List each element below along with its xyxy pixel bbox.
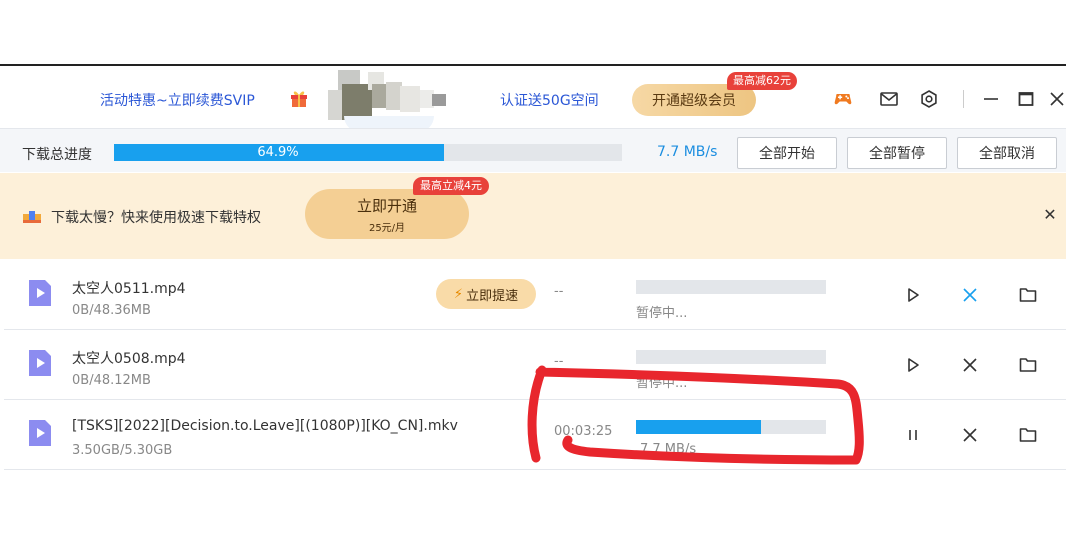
banner-message: 下载太慢？快来使用极速下载特权 — [51, 210, 261, 226]
file-size: 3.50GB/5.30GB — [72, 443, 173, 458]
header-bar: 活动特惠~立即续费SVIP 认证送50G空间 开通超级会员 最高减62元 — [0, 66, 1066, 132]
download-row[interactable]: [TSKS][2022][Decision.to.Leave][(1080P)]… — [4, 400, 1066, 470]
header-divider — [963, 90, 964, 108]
banner-close-icon[interactable]: ✕ — [1041, 206, 1059, 224]
speedup-banner: 下载太慢？快来使用极速下载特权 立即开通 25元/月 最高立减4元 ✕ — [0, 173, 1066, 259]
settings-icon[interactable] — [918, 88, 940, 110]
delete-icon[interactable] — [959, 354, 981, 376]
close-icon[interactable] — [1046, 88, 1066, 110]
delete-icon[interactable] — [959, 424, 981, 446]
minimize-icon[interactable] — [980, 88, 1002, 110]
download-manager: 活动特惠~立即续费SVIP 认证送50G空间 开通超级会员 最高减62元 下载总… — [0, 64, 1066, 470]
verify-space-promo-link[interactable]: 认证送50G空间 — [500, 90, 599, 110]
vip-crown-icon — [23, 211, 41, 223]
gamepad-icon[interactable] — [832, 88, 854, 110]
open-speedup-price: 25元/月 — [368, 222, 406, 234]
lightning-icon: ⚡ — [453, 286, 464, 302]
mail-icon[interactable] — [878, 88, 900, 110]
file-name: 太空人0511.mp4 — [72, 281, 186, 297]
cancel-all-button[interactable]: 全部取消 — [957, 137, 1057, 169]
pause-icon[interactable] — [902, 424, 924, 446]
row-progress-track — [636, 280, 826, 294]
download-status: 暂停中... — [636, 376, 688, 391]
maximize-icon[interactable] — [1015, 88, 1037, 110]
row-progress-track — [636, 420, 826, 434]
download-row[interactable]: 太空人0508.mp4 0B/48.12MB -- 暂停中... — [4, 330, 1066, 400]
row-progress-fill — [636, 420, 762, 434]
total-speed: 7.7 MB/s — [657, 144, 718, 160]
open-speedup-label: 立即开通 — [356, 196, 417, 215]
video-file-icon — [29, 420, 51, 446]
boost-speed-button[interactable]: ⚡ 立即提速 — [436, 279, 536, 309]
svip-discount-badge: 最高减62元 — [727, 72, 797, 90]
file-name: 太空人0508.mp4 — [72, 351, 186, 367]
download-row[interactable]: 太空人0511.mp4 0B/48.36MB ⚡ 立即提速 -- 暂停中... — [4, 260, 1066, 330]
remaining-time: 00:03:25 — [554, 424, 613, 439]
svip-renew-promo-link[interactable]: 活动特惠~立即续费SVIP — [100, 90, 255, 110]
boost-speed-label: 立即提速 — [466, 288, 519, 304]
total-progress-percent: 64.9% — [257, 145, 299, 160]
total-progress-label: 下载总进度 — [22, 147, 92, 163]
total-progress-bar-row: 下载总进度 64.9% 7.7 MB/s 全部开始 全部暂停 全部取消 — [0, 128, 1066, 172]
pause-all-button[interactable]: 全部暂停 — [847, 137, 947, 169]
video-file-icon — [29, 350, 51, 376]
gift-icon[interactable] — [283, 82, 315, 114]
speedup-discount-badge: 最高立减4元 — [413, 177, 489, 195]
delete-icon[interactable] — [959, 284, 981, 306]
open-folder-icon[interactable] — [1017, 284, 1039, 306]
remaining-time: -- — [554, 284, 564, 299]
remaining-time: -- — [554, 354, 564, 369]
download-speed: 7.7 MB/s — [640, 442, 697, 457]
video-file-icon — [29, 280, 51, 306]
download-status: 暂停中... — [636, 306, 688, 321]
start-all-button[interactable]: 全部开始 — [737, 137, 837, 169]
row-progress-track — [636, 350, 826, 364]
open-speedup-button[interactable]: 立即开通 25元/月 — [305, 189, 469, 239]
play-icon[interactable] — [902, 284, 924, 306]
open-folder-icon[interactable] — [1017, 424, 1039, 446]
open-folder-icon[interactable] — [1017, 354, 1039, 376]
pixelated-avatar-area — [328, 68, 446, 132]
play-icon[interactable] — [902, 354, 924, 376]
file-size: 0B/48.12MB — [72, 373, 151, 388]
file-size: 0B/48.36MB — [72, 303, 151, 318]
file-name: [TSKS][2022][Decision.to.Leave][(1080P)]… — [72, 418, 458, 434]
